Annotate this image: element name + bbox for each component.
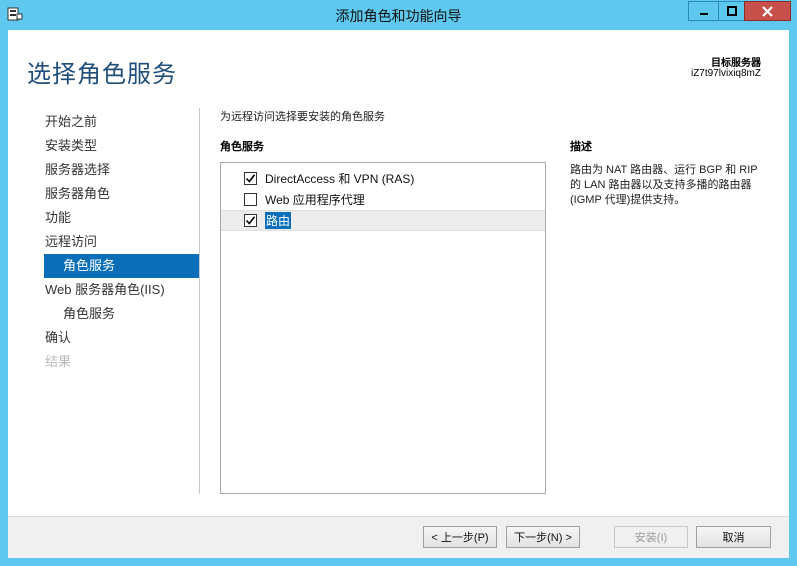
checkmark-icon: [245, 216, 256, 225]
window-controls: [688, 1, 791, 21]
nav-item-server-roles[interactable]: 服务器角色: [44, 182, 199, 206]
minimize-icon: [699, 13, 708, 15]
nav-item-installation-type[interactable]: 安装类型: [44, 134, 199, 158]
nav-item-features[interactable]: 功能: [44, 206, 199, 230]
role-checkbox-routing[interactable]: [244, 214, 257, 227]
nav-item-server-selection[interactable]: 服务器选择: [44, 158, 199, 182]
next-button[interactable]: 下一步(N) >: [506, 526, 580, 548]
nav-item-confirmation[interactable]: 确认: [44, 326, 199, 350]
nav-item-results: 结果: [45, 354, 72, 369]
role-label-routing: 路由: [265, 212, 292, 229]
role-checkbox-directaccess-vpn[interactable]: [244, 172, 257, 185]
role-label-web-app-proxy: Web 应用程序代理: [265, 193, 365, 207]
nav-item-web-role-services[interactable]: 角色服务: [44, 302, 199, 326]
nav-item-before-you-begin[interactable]: 开始之前: [44, 110, 199, 134]
role-checkbox-web-app-proxy[interactable]: [244, 193, 257, 206]
role-label-directaccess-vpn: DirectAccess 和 VPN (RAS): [265, 172, 415, 186]
nav-item-web-server-role[interactable]: Web 服务器角色(IIS): [44, 278, 199, 302]
checkmark-icon: [245, 174, 256, 183]
wizard-client-area: 选择角色服务 目标服务器 iZ7t97lvixiq8mZ 开始之前 安装类型 服…: [8, 30, 789, 558]
wizard-nav: 开始之前 安装类型 服务器选择 服务器角色 功能 远程访问 角色服务 Web 服…: [44, 110, 199, 374]
target-server-label: 目标服务器: [711, 58, 761, 69]
role-row-routing[interactable]: 路由: [221, 210, 545, 231]
maximize-button[interactable]: [718, 1, 745, 21]
target-server-value: iZ7t97lvixiq8mZ: [690, 68, 761, 79]
close-button[interactable]: [744, 1, 791, 21]
minimize-button[interactable]: [688, 1, 719, 21]
instruction-text: 为远程访问选择要安装的角色服务: [220, 111, 385, 123]
page-title: 选择角色服务: [27, 61, 177, 88]
title-bar[interactable]: 添加角色和功能向导: [0, 0, 797, 30]
role-services-heading: 角色服务: [220, 141, 264, 153]
nav-divider: [199, 108, 200, 494]
close-icon: [762, 5, 773, 17]
cancel-button[interactable]: 取消: [696, 526, 771, 548]
nav-item-role-services-active[interactable]: 角色服务: [44, 254, 199, 278]
description-heading: 描述: [570, 141, 592, 153]
nav-item-remote-access[interactable]: 远程访问: [44, 230, 199, 254]
description-text: 路由为 NAT 路由器、运行 BGP 和 RIP 的 LAN 路由器以及支持多播…: [570, 164, 758, 206]
wizard-window: 添加角色和功能向导 选择角色服务 目标服务器 iZ7t97lvixiq8mZ 开…: [0, 0, 797, 566]
window-title: 添加角色和功能向导: [335, 8, 462, 24]
previous-button[interactable]: < 上一步(P): [423, 526, 497, 548]
wizard-footer: < 上一步(P) 下一步(N) > 安装(I) 取消: [8, 516, 789, 558]
role-services-list[interactable]: DirectAccess 和 VPN (RAS) Web 应用程序代理 路由: [220, 162, 546, 494]
install-button: 安装(I): [614, 526, 688, 548]
role-row-web-app-proxy[interactable]: Web 应用程序代理: [221, 189, 545, 210]
maximize-icon: [726, 6, 737, 16]
role-row-directaccess-vpn[interactable]: DirectAccess 和 VPN (RAS): [221, 168, 545, 189]
